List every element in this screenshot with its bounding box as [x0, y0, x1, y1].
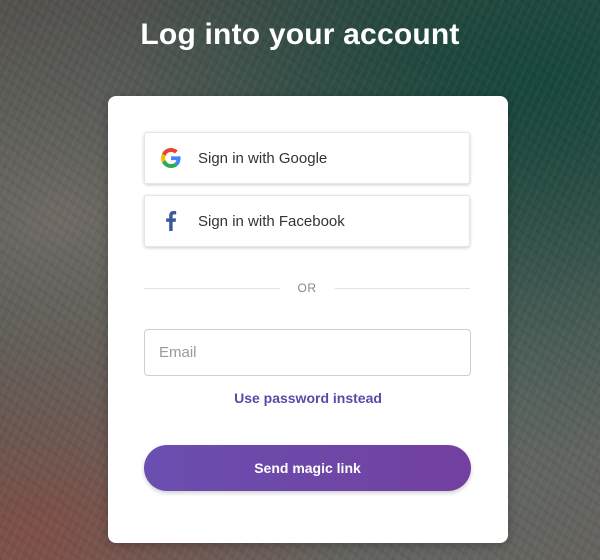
facebook-signin-label: Sign in with Facebook: [198, 212, 345, 230]
or-text: OR: [297, 281, 317, 295]
or-divider: OR: [144, 279, 470, 297]
use-password-link[interactable]: Use password instead: [108, 390, 508, 406]
send-magic-link-button[interactable]: Send magic link: [144, 445, 471, 491]
facebook-f-icon: [160, 210, 182, 232]
google-signin-button[interactable]: Sign in with Google: [144, 132, 470, 184]
google-g-icon: [160, 147, 182, 169]
email-field[interactable]: [144, 329, 471, 376]
divider-line-left: [144, 287, 280, 289]
google-signin-label: Sign in with Google: [198, 149, 328, 167]
page-title: Log into your account: [140, 18, 460, 51]
divider-line-right: [334, 287, 470, 289]
facebook-signin-button[interactable]: Sign in with Facebook: [144, 195, 470, 247]
login-card: Sign in with Google Sign in with Faceboo…: [108, 96, 508, 543]
